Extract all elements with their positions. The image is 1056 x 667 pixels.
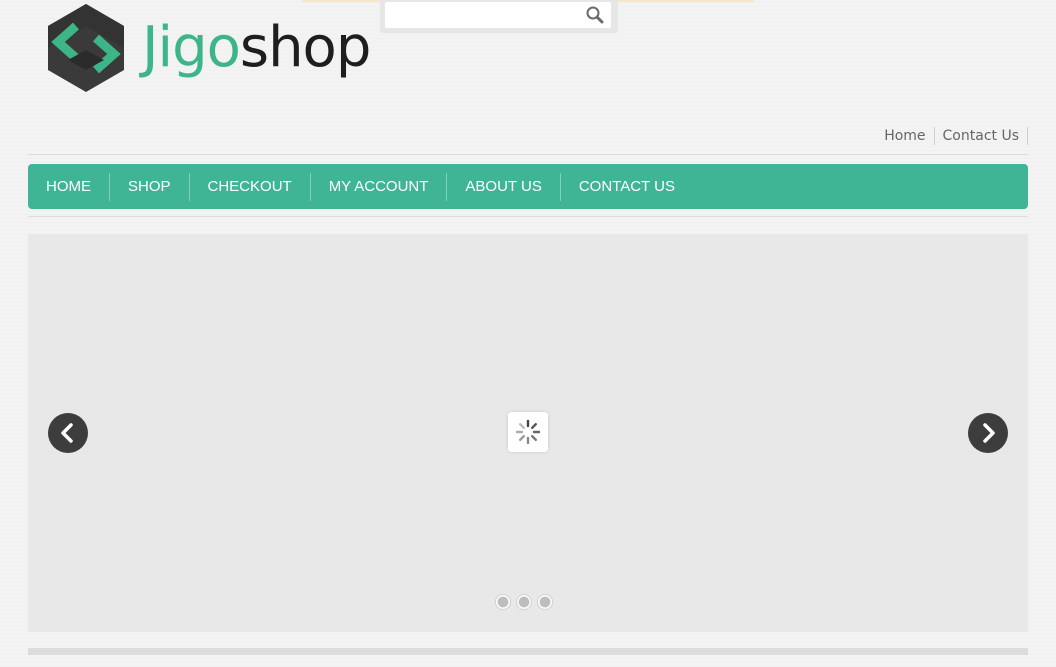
search-input[interactable] <box>385 2 611 28</box>
top-link-contact-us[interactable]: Contact Us <box>935 127 1028 145</box>
logo-text-jigo: Jigo <box>142 15 241 80</box>
image-slider <box>28 234 1028 632</box>
logo-text-shop: shop <box>239 15 371 80</box>
slider-pagination <box>495 594 553 610</box>
content-divider <box>28 648 1028 655</box>
nav-item-my-account[interactable]: MY ACCOUNT <box>309 172 447 201</box>
slider-dot-2[interactable] <box>516 594 532 610</box>
top-link-home[interactable]: Home <box>876 127 935 145</box>
main-navigation: HOME SHOP CHECKOUT MY ACCOUNT ABOUT US C… <box>28 164 1028 209</box>
site-logo[interactable]: Jigoshop <box>46 4 416 94</box>
nav-item-checkout[interactable]: CHECKOUT <box>188 172 310 201</box>
nav-item-about-us[interactable]: ABOUT US <box>446 172 559 201</box>
chevron-left-icon <box>61 423 73 443</box>
slider-next-button[interactable] <box>968 413 1008 453</box>
slider-dot-3[interactable] <box>537 594 553 610</box>
header-divider <box>28 154 1028 155</box>
search-button[interactable] <box>583 4 607 26</box>
search-icon <box>586 6 604 24</box>
logo-mark-icon <box>48 4 124 92</box>
chevron-right-icon <box>983 423 995 443</box>
slider-dot-1[interactable] <box>495 594 511 610</box>
slider-loader <box>508 412 548 452</box>
top-links: Home Contact Us <box>876 127 1028 145</box>
nav-item-home[interactable]: HOME <box>28 173 109 201</box>
nav-item-shop[interactable]: SHOP <box>109 172 189 201</box>
spinner-icon <box>515 419 541 445</box>
logo-text: Jigoshop <box>142 12 371 84</box>
nav-divider <box>28 216 1028 217</box>
nav-item-contact-us[interactable]: CONTACT US <box>559 172 693 201</box>
slider-prev-button[interactable] <box>48 413 88 453</box>
